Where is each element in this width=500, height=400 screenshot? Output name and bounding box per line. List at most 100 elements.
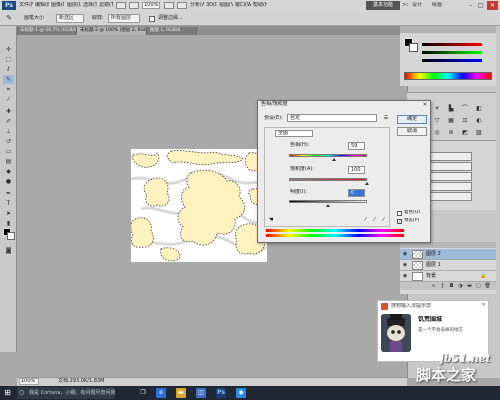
- edge-browser-icon[interactable]: e: [156, 388, 166, 398]
- preset-select[interactable]: 自定: [287, 114, 377, 122]
- preview-checkbox[interactable]: ✓: [397, 219, 402, 224]
- menu-3d[interactable]: 3D(D): [206, 2, 217, 9]
- preset-options-icon[interactable]: ☰: [381, 114, 391, 122]
- document-tab[interactable]: 未标题-1 @ 66.7% (RGB/8): [17, 27, 77, 35]
- brightness-adjustment-icon[interactable]: ☀: [432, 104, 442, 113]
- trash-icon[interactable]: 🗑: [484, 283, 491, 289]
- zoom-level-field[interactable]: 100%: [142, 2, 160, 9]
- red-slider[interactable]: [422, 43, 482, 46]
- notification-close-icon[interactable]: ✕: [480, 302, 487, 309]
- move-tool-icon[interactable]: ✢: [3, 45, 14, 54]
- eyedropper-plus-icon[interactable]: ⁄: [371, 216, 378, 224]
- hue-slider-track[interactable]: [289, 154, 367, 157]
- refine-edge-button[interactable]: 调整边缘...: [158, 14, 198, 23]
- launch-mini-bridge-button[interactable]: [129, 2, 139, 9]
- panel-list-row[interactable]: [430, 172, 472, 181]
- new-group-icon[interactable]: ▬: [466, 283, 473, 289]
- panel-list-row[interactable]: [430, 152, 472, 161]
- colorize-checkbox[interactable]: [397, 211, 402, 216]
- document-canvas[interactable]: [131, 149, 267, 262]
- new-layer-icon[interactable]: ▢: [475, 283, 482, 289]
- green-slider[interactable]: [422, 51, 482, 54]
- hue-saturation-adjustment-icon[interactable]: ▦: [446, 116, 456, 125]
- status-zoom-field[interactable]: 100%: [19, 378, 39, 385]
- levels-adjustment-icon[interactable]: ▙: [446, 104, 456, 113]
- panel-list-row[interactable]: [430, 192, 472, 201]
- gradient-tool-icon[interactable]: ▤: [3, 157, 14, 166]
- black-white-adjustment-icon[interactable]: ◐: [474, 116, 484, 125]
- workspace-painting-button[interactable]: 绘画: [432, 2, 450, 9]
- app-taskbar-icon[interactable]: ◉: [236, 388, 246, 398]
- blur-tool-icon[interactable]: ◆: [3, 167, 14, 176]
- task-view-icon[interactable]: ❐: [138, 388, 148, 398]
- lightness-slider-track[interactable]: [289, 200, 367, 203]
- visibility-eye-icon[interactable]: ◉: [402, 272, 408, 281]
- crop-tool-icon[interactable]: ⌗: [3, 85, 14, 94]
- maximize-icon[interactable]: □: [476, 1, 485, 10]
- cortana-search-box[interactable]: 我是 Cortana，小娜。有问题尽管问我。: [17, 387, 115, 399]
- workspace-design-button[interactable]: 设计: [412, 2, 430, 9]
- adjustment-layer-icon[interactable]: ◑: [457, 283, 464, 289]
- color-panel-background-swatch[interactable]: [409, 43, 418, 52]
- layer-name[interactable]: 背景: [426, 272, 466, 281]
- hue-slider-thumb[interactable]: [332, 158, 337, 161]
- menu-filter[interactable]: 滤镜(T): [99, 2, 113, 9]
- channel-mixer-adjustment-icon[interactable]: ⊛: [446, 128, 456, 137]
- workspace-more-button[interactable]: >>: [402, 2, 408, 9]
- document-tab-active[interactable]: 未标题-2 @ 100% (图层 2, RGB/8): [77, 27, 147, 35]
- posterize-adjustment-icon[interactable]: ▨: [474, 128, 484, 137]
- cancel-button[interactable]: 取消: [397, 127, 427, 136]
- healing-brush-tool-icon[interactable]: ✚: [3, 107, 14, 116]
- menu-image[interactable]: 图像(I): [51, 2, 65, 9]
- document-tab[interactable]: 图层 1, RGB/8: [147, 27, 197, 35]
- game-artwork-image[interactable]: [381, 314, 411, 352]
- visibility-eye-icon[interactable]: ◉: [402, 250, 408, 259]
- quick-selection-tool-icon[interactable]: ✎: [3, 75, 14, 84]
- marquee-tool-icon[interactable]: ⬚: [3, 55, 14, 64]
- clone-stamp-tool-icon[interactable]: ⊥: [3, 127, 14, 136]
- edit-range-select[interactable]: 全图: [275, 130, 313, 137]
- workspace-essentials-button[interactable]: 基本功能: [366, 1, 400, 10]
- eraser-tool-icon[interactable]: ▭: [3, 147, 14, 156]
- link-layers-icon[interactable]: ∞: [430, 283, 437, 289]
- background-color-swatch[interactable]: [7, 232, 15, 240]
- panel-list-row[interactable]: [430, 182, 472, 191]
- invert-adjustment-icon[interactable]: ◩: [460, 128, 470, 137]
- history-brush-tool-icon[interactable]: ↺: [3, 137, 14, 146]
- quick-mask-icon[interactable]: ◙: [3, 246, 14, 255]
- saturation-value-field[interactable]: 100: [348, 166, 365, 174]
- menu-window[interactable]: 窗口(W): [235, 2, 251, 9]
- visibility-eye-icon[interactable]: ◉: [402, 261, 408, 270]
- layer-style-icon[interactable]: ƒ: [439, 283, 446, 289]
- arrange-documents-button[interactable]: [164, 2, 174, 9]
- brush-tool-icon[interactable]: ✐: [3, 117, 14, 126]
- menu-help[interactable]: 帮助(H): [253, 2, 267, 9]
- exposure-adjustment-icon[interactable]: ◧: [474, 104, 484, 113]
- type-tool-icon[interactable]: T: [3, 199, 14, 208]
- close-window-icon[interactable]: ✕: [487, 1, 498, 10]
- screen-mode-button[interactable]: [177, 2, 187, 9]
- path-selection-tool-icon[interactable]: ➤: [3, 209, 14, 218]
- quick-selection-tool-icon[interactable]: ✎: [4, 13, 14, 24]
- lightness-value-field[interactable]: 0: [348, 189, 365, 197]
- photo-filter-adjustment-icon[interactable]: ◎: [432, 128, 442, 137]
- hue-value-field[interactable]: 59: [348, 142, 365, 150]
- photoshop-taskbar-icon[interactable]: Ps: [216, 388, 226, 398]
- selection-mode-select[interactable]: 新选区: [56, 14, 84, 23]
- layer-name[interactable]: 图层 2: [426, 250, 466, 259]
- saturation-slider-track[interactable]: [289, 178, 367, 181]
- auto-enhance-checkbox[interactable]: [149, 16, 155, 22]
- menu-edit[interactable]: 编辑(E): [35, 2, 49, 9]
- hand-adjust-icon[interactable]: ☚: [267, 216, 275, 224]
- minimize-icon[interactable]: –: [466, 1, 475, 10]
- menu-view[interactable]: 视图(V): [219, 2, 233, 9]
- lightness-slider-thumb[interactable]: [326, 204, 330, 207]
- windows-start-icon[interactable]: ⊞: [3, 388, 12, 397]
- color-spectrum-bar[interactable]: [404, 72, 492, 80]
- store-icon[interactable]: ◫: [196, 388, 206, 398]
- eyedropper-icon[interactable]: ⁄: [362, 216, 369, 224]
- blue-slider[interactable]: [422, 59, 482, 62]
- ok-button[interactable]: 确定: [397, 115, 427, 124]
- menu-analysis[interactable]: 分析(A): [190, 2, 204, 9]
- menu-file[interactable]: 文件(F): [19, 2, 33, 9]
